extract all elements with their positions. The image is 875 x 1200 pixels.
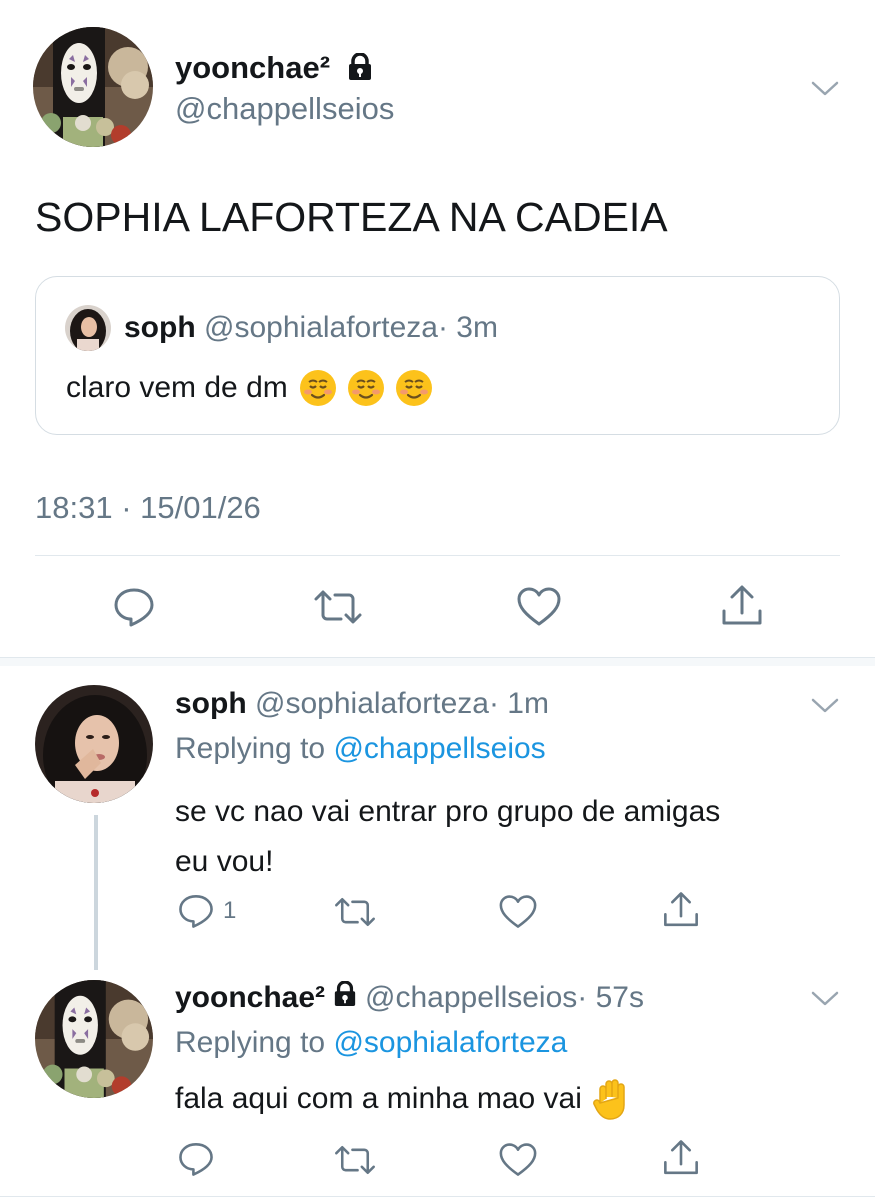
chevron-down-icon[interactable]: [810, 695, 840, 715]
quoted-text: claro vem de dm: [66, 371, 288, 404]
display-name[interactable]: yoonchae²: [175, 50, 330, 85]
retweet-icon[interactable]: [332, 1143, 378, 1177]
reply-icon[interactable]: 1: [177, 892, 236, 930]
lock-icon: [347, 52, 373, 89]
reply-icon[interactable]: [177, 1140, 215, 1178]
quoted-handle: @sophialaforteza: [204, 311, 438, 344]
share-icon[interactable]: [661, 1138, 701, 1178]
avatar[interactable]: [35, 685, 153, 803]
lock-icon: [333, 980, 357, 1016]
mention-link[interactable]: @sophialaforteza: [333, 1026, 567, 1059]
handle[interactable]: @sophialaforteza: [255, 687, 489, 720]
divider: [0, 1196, 875, 1197]
tweet-time: · 57s: [577, 981, 644, 1014]
quoted-tweet[interactable]: soph @sophialaforteza· 3m claro vem de d…: [35, 276, 840, 435]
quoted-name: soph: [124, 311, 196, 344]
divider: [35, 555, 840, 556]
smiling-face-icon: [299, 370, 336, 406]
quoted-time: · 3m: [437, 311, 498, 344]
tweet-text: SOPHIA LAFORTEZA NA CADEIA: [35, 194, 668, 240]
reply-icon[interactable]: [112, 585, 156, 629]
retweet-icon[interactable]: [311, 587, 365, 627]
avatar-image: [35, 685, 153, 803]
chevron-down-icon[interactable]: [810, 988, 840, 1008]
avatar-image: [33, 27, 153, 147]
tweet-timestamp: 18:31 · 15/01/26: [35, 490, 261, 525]
section-gap: [0, 658, 875, 666]
avatar[interactable]: [35, 980, 153, 1098]
tweet-text: se vc nao vai entrar pro grupo de amigas…: [175, 787, 845, 887]
chevron-down-icon[interactable]: [810, 78, 840, 98]
tweet-text-line: eu vou!: [175, 845, 274, 878]
thread-line: [94, 815, 98, 970]
smiling-face-icon: [347, 370, 384, 406]
handle[interactable]: @chappellseios: [175, 91, 394, 127]
avatar-image: [35, 980, 153, 1098]
smiling-face-icon: [395, 370, 432, 406]
like-icon[interactable]: [498, 894, 538, 930]
tweet-text-line: se vc nao vai entrar pro grupo de amigas: [175, 795, 721, 828]
mention-link[interactable]: @chappellseios: [333, 732, 545, 765]
like-icon[interactable]: [516, 586, 562, 628]
handle[interactable]: @chappellseios: [365, 980, 577, 1016]
replying-label: Replying to: [175, 1026, 326, 1059]
share-icon[interactable]: [719, 583, 765, 629]
tweet-time: · 1m: [488, 687, 549, 720]
reply-count: 1: [223, 897, 237, 924]
retweet-icon[interactable]: [332, 895, 378, 929]
replying-label: Replying to: [175, 732, 326, 765]
avatar[interactable]: [33, 27, 153, 147]
raised-hand-icon: [593, 1079, 625, 1120]
quoted-avatar: [65, 305, 111, 351]
tweet-text: fala aqui com a minha mao vai: [175, 1082, 582, 1115]
share-icon[interactable]: [661, 890, 701, 930]
like-icon[interactable]: [498, 1142, 538, 1178]
display-name[interactable]: yoonchae²: [175, 980, 325, 1016]
display-name[interactable]: soph: [175, 687, 247, 720]
